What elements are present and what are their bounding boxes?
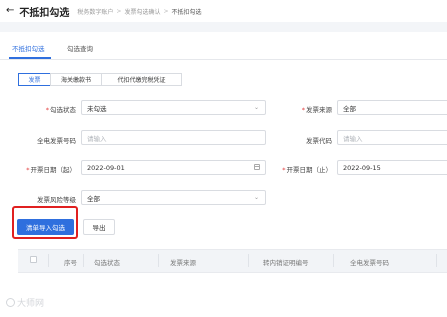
date-start-picker[interactable]: 2022-09-01	[81, 160, 266, 175]
back-arrow-icon[interactable]: ←	[6, 6, 14, 16]
chevron-down-icon: ⌄	[253, 104, 259, 111]
segment-invoice[interactable]: 发票	[18, 73, 51, 86]
breadcrumb-item-invoice-confirm[interactable]: 发票勾选确认	[124, 7, 160, 16]
invoice-source-dropdown[interactable]: 全部	[337, 100, 447, 115]
column-divider	[158, 254, 159, 267]
segment-withholding-certificate[interactable]: 代扣代缴完税凭证	[101, 73, 182, 86]
column-divider	[83, 254, 84, 267]
column-header-index: 序号	[64, 259, 77, 267]
risk-level-dropdown[interactable]: 全部 ⌄	[81, 190, 266, 205]
active-tab-indicator	[9, 57, 51, 59]
column-header-select-status: 勾选状态	[94, 259, 120, 267]
invoice-code-input[interactable]: 请输入	[337, 130, 447, 145]
select-status-label: *勾选状态	[45, 106, 76, 114]
watermark: 大师网	[6, 296, 44, 309]
watermark-logo-icon	[6, 298, 15, 307]
export-button[interactable]: 导出	[83, 219, 115, 235]
segment-customs-payment[interactable]: 海关缴款书	[50, 73, 102, 86]
select-all-checkbox[interactable]	[30, 256, 37, 263]
breadcrumb-separator: >	[163, 7, 169, 15]
date-start-label: *开票日期（起）	[26, 166, 76, 174]
tab-no-deduct-select[interactable]: 不抵扣勾选	[12, 43, 45, 53]
full-invoice-no-input[interactable]: 请输入	[81, 130, 266, 145]
breadcrumb-item-current: 不抵扣勾选	[171, 8, 202, 16]
highlight-box	[12, 206, 78, 239]
date-end-picker[interactable]: 2022-09-15	[337, 160, 447, 175]
chevron-down-icon: ⌄	[253, 194, 259, 201]
column-divider	[248, 254, 249, 267]
date-end-label: *开票日期（止）	[282, 166, 332, 174]
column-divider	[333, 254, 334, 267]
breadcrumb-item-tax-account[interactable]: 税务数字账户	[77, 7, 113, 16]
select-status-dropdown[interactable]: 未勾选 ⌄	[81, 100, 266, 115]
invoice-code-label: 发票代码	[306, 137, 332, 145]
table-header: 序号 勾选状态 发票来源 转内销证明编号 全电发票号码	[18, 249, 447, 273]
column-header-full-invoice-no: 全电发票号码	[350, 259, 389, 267]
tab-bar: 不抵扣勾选 勾选查询	[0, 32, 447, 60]
column-header-transfer-cert-no: 转内销证明编号	[263, 259, 309, 267]
breadcrumb-separator: >	[116, 7, 122, 15]
tab-select-query[interactable]: 勾选查询	[67, 43, 93, 53]
page-title: 不抵扣勾选	[19, 7, 70, 19]
risk-level-label: 发票风险等级	[37, 196, 76, 204]
invoice-source-label: *发票来源	[301, 106, 332, 114]
full-invoice-no-label: 全电发票号码	[37, 137, 76, 145]
page-header: ← 不抵扣勾选 税务数字账户 > 发票勾选确认 > 不抵扣勾选	[0, 0, 447, 22]
calendar-icon	[254, 164, 260, 170]
column-header-invoice-source: 发票来源	[170, 259, 196, 267]
column-divider	[436, 254, 437, 267]
column-divider	[48, 254, 49, 267]
breadcrumb: 税务数字账户 > 发票勾选确认 > 不抵扣勾选	[77, 7, 201, 16]
